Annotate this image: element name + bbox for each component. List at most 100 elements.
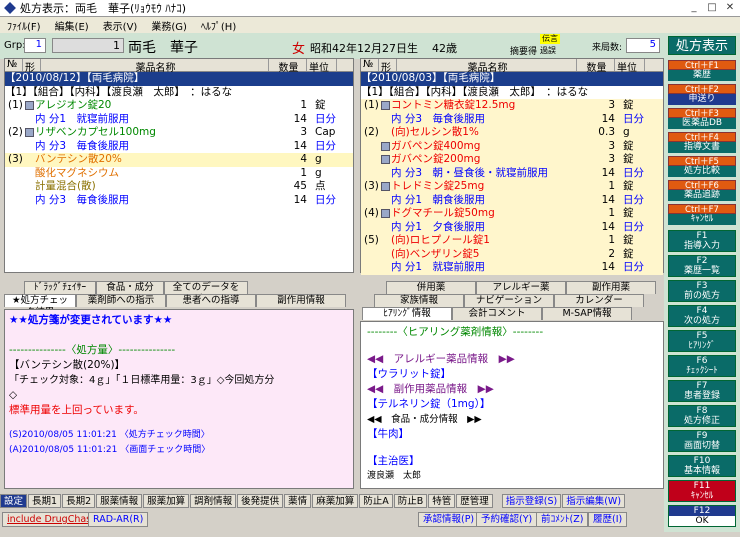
fkey-action: ｷｬﾝｾﾙ (690, 491, 714, 501)
previous-comment-button[interactable]: 前ｺﾒﾝﾄ(Z) (536, 512, 589, 527)
rx-display-button[interactable]: 処方表示 (668, 36, 736, 55)
fkey-button[interactable]: F6 ﾁｪｯｸｼｰﾄ (668, 355, 736, 377)
right-rx-date[interactable]: 【2010/08/03】【両毛病院】 (361, 72, 663, 86)
fkey-button[interactable]: F3 前の処方 (668, 280, 736, 302)
rx-row[interactable]: ガバペン錠400mg 3 錠 (361, 140, 663, 154)
tab-family[interactable]: 家族情報 (374, 294, 464, 307)
rx-unit: 日分 (623, 166, 644, 179)
tab-food[interactable]: 食品・成分 (96, 281, 164, 294)
ctrl-fkey-button[interactable]: Ctrl＋F7 ｷｬﾝｾﾙ (668, 204, 736, 225)
patient-id-field[interactable]: 1 (52, 38, 124, 53)
fkey-button[interactable]: F5 ﾋｱﾘﾝｸﾞ (668, 330, 736, 352)
menu-help[interactable]: ﾍﾙﾌﾟ(H) (194, 18, 243, 33)
rx-row[interactable]: 内 分1 朝食後服用 14 日分 (361, 194, 663, 208)
rx-row[interactable]: 内 分1 就寝前服用 14 日分 (361, 261, 663, 275)
fkey-button[interactable]: F4 次の処方 (668, 305, 736, 327)
bottom-button[interactable]: 指示登録(S) (501, 494, 562, 508)
fkey-button[interactable]: F12 OK (668, 505, 736, 527)
tab-side-effect-drugs[interactable]: 副作用薬 (566, 281, 656, 294)
tab-accounting-comment[interactable]: 会計コメント (452, 307, 542, 320)
ctrl-fkey-button[interactable]: Ctrl＋F5 処方比較 (668, 156, 736, 177)
minimize-button[interactable]: _ (686, 1, 702, 15)
tab-calendar[interactable]: カレンダー (554, 294, 644, 307)
close-button[interactable]: ✕ (722, 1, 738, 15)
rx-row[interactable]: 内 分3 毎食後服用 14 日分 (5, 194, 353, 208)
rx-qty: 1 (608, 207, 615, 219)
bottom-button[interactable]: 後発提供 (237, 494, 284, 508)
fkey-action: 薬歴 (668, 70, 736, 81)
ctrl-fkey-button[interactable]: Ctrl＋F4 指導文書 (668, 132, 736, 153)
rx-row-no: (5) (364, 234, 379, 246)
ctrl-fkey-button[interactable]: Ctrl＋F2 申送り (668, 84, 736, 105)
tab-navigation[interactable]: ナビゲーション (464, 294, 554, 307)
ctrl-fkey-button[interactable]: Ctrl＋F1 薬歴 (668, 60, 736, 81)
fkey-button[interactable]: F11 ｷｬﾝｾﾙ (668, 480, 736, 502)
bottom-button[interactable]: 歴管理 (456, 494, 493, 508)
rx-row[interactable]: 酸化マグネシウム 1 g (5, 167, 353, 181)
rx-row[interactable]: (2) リザベンカプセル100mg 3 Cap (5, 126, 353, 140)
message-badge[interactable]: 伝言 (540, 34, 560, 44)
bottom-button[interactable]: 長期2 (62, 494, 96, 508)
fkey-button[interactable]: F7 患者登録 (668, 380, 736, 402)
reservation-check-button[interactable]: 予約確認(Y) (476, 512, 538, 527)
fkey-button[interactable]: F2 薬歴一覧 (668, 255, 736, 277)
tab-hearing[interactable]: ﾋｱﾘﾝｸﾞ情報 (362, 307, 452, 320)
approval-info-button[interactable]: 承認情報(P) (418, 512, 480, 527)
bottom-button[interactable]: 麻薬加算 (312, 494, 359, 508)
rx-row[interactable]: 計量混合(散) 45 点 (5, 180, 353, 194)
bottom-button[interactable]: 服薬加算 (143, 494, 190, 508)
error-badge[interactable]: 過誤 (540, 45, 556, 56)
left-rx-date[interactable]: 【2010/08/12】【両毛病院】 (5, 72, 353, 86)
radar-button[interactable]: RAD-AR(R) (88, 512, 149, 527)
rx-row[interactable]: ガバペン錠200mg 3 錠 (361, 153, 663, 167)
bottom-button[interactable]: 特管 (428, 494, 456, 508)
ctrl-fkey-button[interactable]: Ctrl＋F6 薬品追跡 (668, 180, 736, 201)
bottom-button[interactable]: 調剤情報 (190, 494, 237, 508)
rx-row[interactable]: (1) アレジオン錠20 1 錠 (5, 99, 353, 113)
rx-row[interactable]: 内 分1 就寝前服用 14 日分 (5, 113, 353, 127)
rx-row[interactable]: (3) バンテシン散20% 4 g (5, 153, 353, 167)
tab-drugchaser[interactable]: ﾄﾞﾗｯｸﾞﾁｪｲｻｰ (24, 281, 96, 294)
rx-unit: 錠 (623, 247, 634, 260)
fkey-button[interactable]: F10 基本情報 (668, 455, 736, 477)
bottom-button[interactable]: 防止B (393, 494, 428, 508)
ctrl-fkey-button[interactable]: Ctrl＋F3 医薬品DB (668, 108, 736, 129)
rx-row[interactable]: (5) (向)ロヒプノール錠1 1 錠 (361, 234, 663, 248)
menu-edit[interactable]: 編集(E) (48, 18, 96, 33)
rx-row[interactable]: (4) ドグマチール錠50mg 1 錠 (361, 207, 663, 221)
tab-pharmacist-instructions[interactable]: 薬剤師への指示 (76, 294, 166, 307)
tab-rx-check[interactable]: ★処方チェック結果 (4, 294, 76, 318)
patient-age: 42歳 (432, 42, 457, 55)
tab-msap[interactable]: M-SAP情報 (542, 307, 632, 320)
bottom-button[interactable]: 薬情 (284, 494, 312, 508)
tab-combined-drugs[interactable]: 併用薬 (386, 281, 476, 294)
tab-allergy-drugs[interactable]: アレルギー薬 (476, 281, 566, 294)
rx-row[interactable]: 内 分3 朝・昼食後・就寝前服用 14 日分 (361, 167, 663, 181)
fkey-button[interactable]: F1 指導入力 (668, 230, 736, 252)
history-button[interactable]: 履歴(I) (588, 512, 628, 527)
fkey-button[interactable]: F8 処方修正 (668, 405, 736, 427)
menu-tasks[interactable]: 業務(G) (144, 18, 194, 33)
maximize-button[interactable]: □ (704, 1, 720, 15)
grp-field[interactable]: 1 (24, 38, 46, 53)
rx-row[interactable]: 内 分3 毎食後服用 14 日分 (5, 140, 353, 154)
tablet-icon (381, 141, 390, 151)
rx-row[interactable]: (1) コントミン糖衣錠12.5mg 3 錠 (361, 99, 663, 113)
fkey-button[interactable]: F9 画面切替 (668, 430, 736, 452)
rx-row[interactable]: 内 分3 毎食後服用 14 日分 (361, 113, 663, 127)
menu-view[interactable]: 表示(V) (96, 18, 145, 33)
tab-patient-guidance[interactable]: 患者への指導 (166, 294, 256, 307)
rx-row[interactable]: (2) (向)セルシン散1% 0.3 g (361, 126, 663, 140)
bottom-button[interactable]: 長期1 (28, 494, 62, 508)
tab-side-effects[interactable]: 副作用情報 (256, 294, 346, 307)
bottom-button[interactable]: 指示編集(W) (562, 494, 626, 508)
rx-row[interactable]: (向)ベンザリン錠5 2 錠 (361, 248, 663, 262)
bottom-button[interactable]: 服薬情報 (96, 494, 143, 508)
bottom-button[interactable]: 設定 (0, 494, 28, 508)
menu-file[interactable]: ﾌｧｲﾙ(F) (0, 18, 48, 33)
visit-count-field[interactable]: 5 (626, 38, 660, 53)
bottom-button[interactable]: 防止A (359, 494, 393, 508)
rx-row[interactable]: (3) トレドミン錠25mg 1 錠 (361, 180, 663, 194)
tab-all-data[interactable]: 全てのデータを表示 (164, 281, 248, 305)
rx-row[interactable]: 内 分1 夕食後服用 14 日分 (361, 221, 663, 235)
